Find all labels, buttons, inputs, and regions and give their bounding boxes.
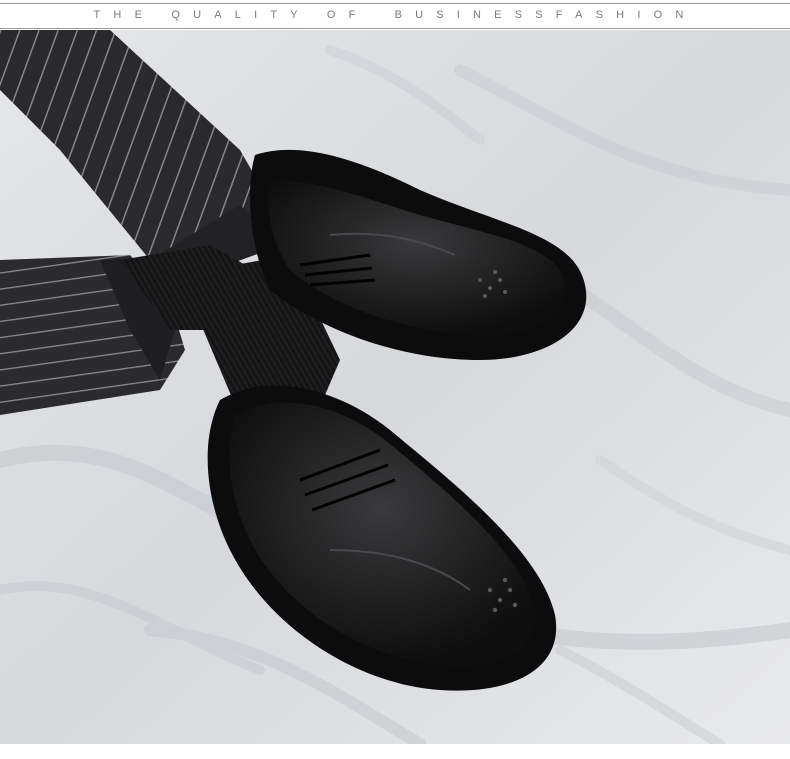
header-banner: THE QUALITY OF BUSINESSFASHION [0, 0, 790, 30]
banner-tagline: THE QUALITY OF BUSINESSFASHION [0, 0, 790, 30]
tagline-part-2: BUSINESSFASHION [394, 9, 697, 21]
banner-bottom-rule [0, 28, 790, 29]
photo-illustration [0, 30, 790, 744]
bottom-margin [0, 744, 790, 759]
tagline-part-1: THE QUALITY OF [93, 9, 369, 21]
product-photo [0, 30, 790, 744]
